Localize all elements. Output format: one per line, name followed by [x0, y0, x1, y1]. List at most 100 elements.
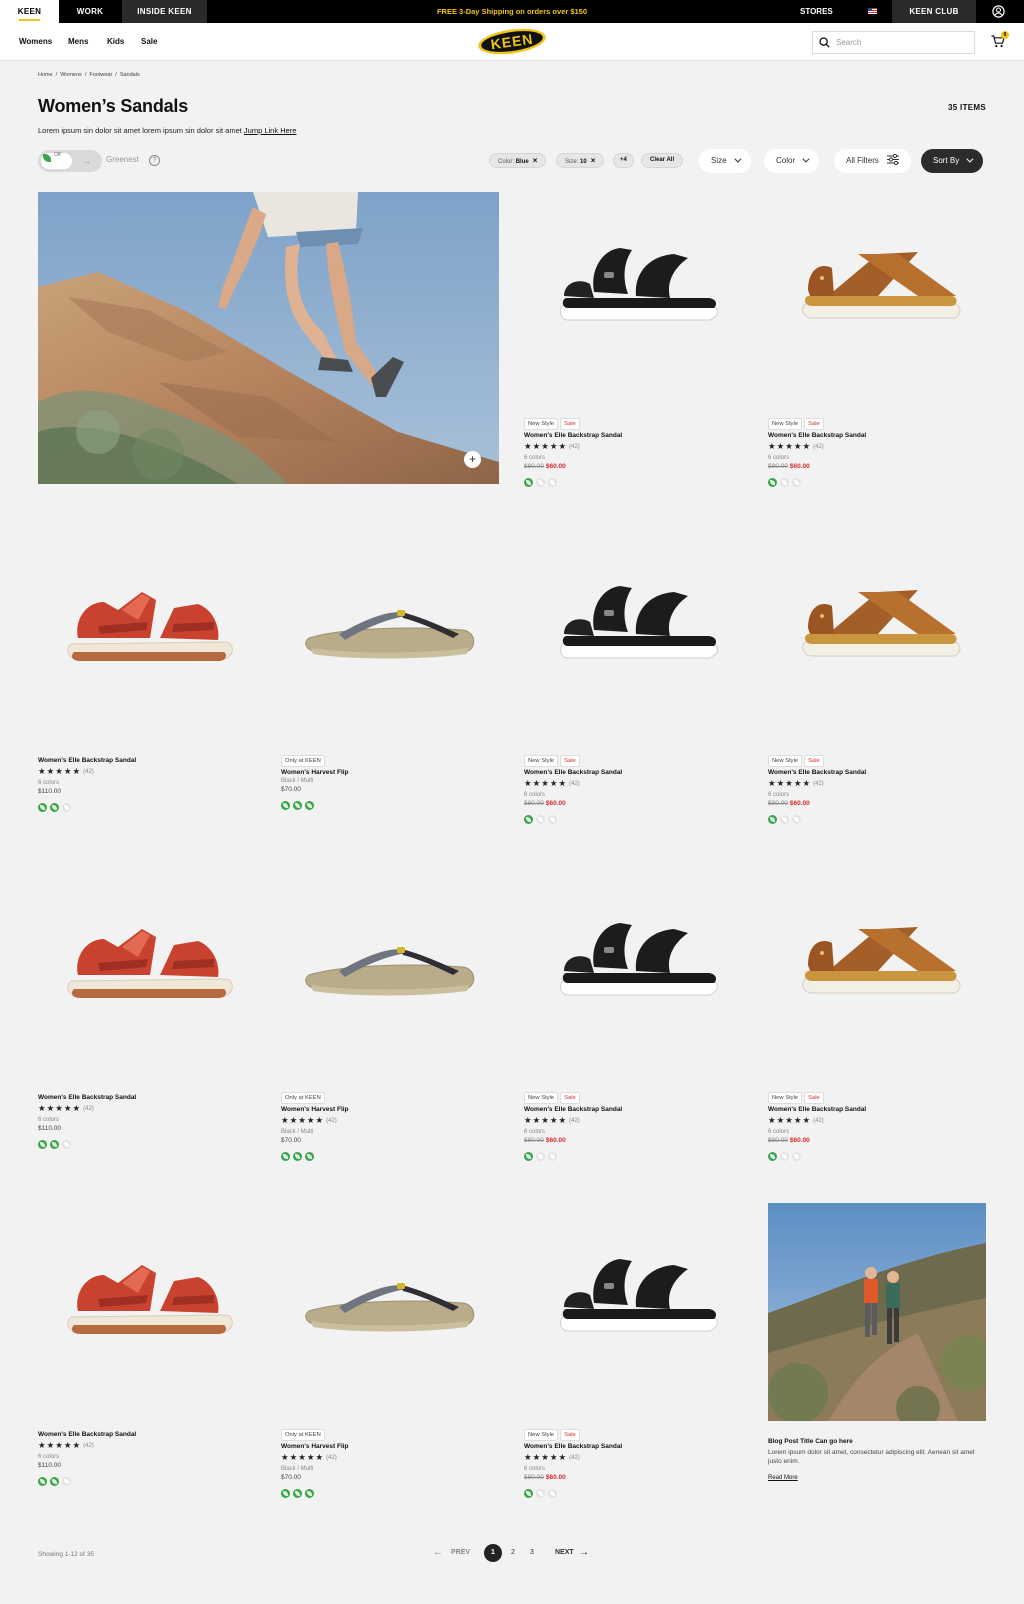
next-button[interactable]: NEXT: [555, 1544, 574, 1562]
product-image[interactable]: [524, 192, 742, 410]
product-image[interactable]: [524, 530, 742, 748]
keen-club-link[interactable]: KEEN CLUB: [892, 0, 976, 23]
product-name[interactable]: Women's Elle Backstrap Sandal: [38, 757, 256, 764]
arrow-left-icon[interactable]: ←: [433, 1544, 443, 1562]
leaf-icon: [293, 1489, 302, 1498]
tab-work[interactable]: WORK: [59, 0, 121, 23]
product-name[interactable]: Women's Elle Backstrap Sandal: [524, 1443, 742, 1450]
page-1[interactable]: 1: [484, 1544, 502, 1562]
original-price: $80.00: [524, 1474, 544, 1481]
eco-rating: [38, 799, 256, 812]
sale-badge: Sale: [560, 755, 580, 767]
nav-mens[interactable]: Mens: [68, 23, 88, 61]
sort-by-dropdown[interactable]: Sort By: [921, 149, 984, 173]
filter-chip-color[interactable]: Color: Blue ×: [489, 153, 547, 168]
remove-filter-icon[interactable]: ×: [533, 156, 538, 165]
rating: ★★★★★ (42): [281, 1115, 499, 1127]
nav-kids[interactable]: Kids: [107, 23, 124, 61]
sale-badge: Sale: [804, 418, 824, 430]
product-name[interactable]: Women's Elle Backstrap Sandal: [38, 1094, 256, 1101]
product-name[interactable]: Women's Elle Backstrap Sandal: [524, 769, 742, 776]
leaf-icon: [293, 1152, 302, 1161]
arrow-right-icon[interactable]: →: [579, 1544, 589, 1562]
cart-button[interactable]: 0: [991, 31, 1009, 49]
price: $110.00: [38, 1125, 256, 1132]
color-dropdown[interactable]: Color: [764, 149, 820, 173]
stores-link[interactable]: STORES: [800, 0, 833, 23]
main-nav: Womens Mens Kids Sale KEEN 0: [0, 23, 1024, 61]
leaf-icon: [62, 1477, 71, 1486]
help-icon[interactable]: ?: [149, 155, 160, 166]
product-image[interactable]: [768, 530, 986, 748]
breadcrumb-womens[interactable]: Womens: [60, 72, 82, 78]
product-image[interactable]: [768, 192, 986, 410]
product-name[interactable]: Women's Elle Backstrap Sandal: [524, 1106, 742, 1113]
product-image[interactable]: [38, 867, 256, 1085]
prev-button[interactable]: PREV: [451, 1544, 470, 1562]
read-more-link[interactable]: Read More: [768, 1475, 798, 1481]
hero-image[interactable]: +: [38, 192, 499, 484]
star-icons: ★★★★★: [524, 778, 568, 788]
review-count: (42): [83, 769, 94, 775]
nav-sale[interactable]: Sale: [141, 23, 157, 61]
jump-link[interactable]: Jump Link Here: [244, 126, 297, 135]
badge-row: New Style Sale: [524, 1092, 742, 1104]
eco-rating: [768, 474, 986, 487]
shipping-promo[interactable]: FREE 3-Day Shipping on orders over $150: [412, 0, 612, 23]
product-name[interactable]: Women's Elle Backstrap Sandal: [768, 1106, 986, 1113]
product-image[interactable]: [524, 867, 742, 1085]
product-image[interactable]: [38, 1203, 256, 1421]
product-name[interactable]: Women's Elle Backstrap Sandal: [524, 432, 742, 439]
search-input[interactable]: [836, 35, 966, 50]
eco-rating: [281, 797, 499, 810]
leaf-icon: [548, 815, 557, 824]
product-image[interactable]: [281, 1203, 499, 1421]
product-name[interactable]: Women's Harvest Flip: [281, 1443, 499, 1450]
product-image[interactable]: [281, 530, 499, 748]
filter-chip-size[interactable]: Size: 10 ×: [556, 153, 605, 168]
new-style-badge: New Style: [768, 1092, 803, 1104]
size-dropdown[interactable]: Size: [699, 149, 751, 173]
chip-label: Color:: [498, 159, 515, 165]
product-name[interactable]: Women's Elle Backstrap Sandal: [768, 769, 986, 776]
page-title: Women’s Sandals: [38, 96, 189, 116]
product-name[interactable]: Women's Elle Backstrap Sandal: [38, 1431, 256, 1438]
original-price: $80.00: [768, 800, 788, 807]
product-info: New Style Sale Women's Elle Backstrap Sand…: [524, 1092, 742, 1161]
product-image[interactable]: [768, 867, 986, 1085]
keen-logo[interactable]: KEEN: [477, 27, 547, 56]
blog-tile[interactable]: Blog Post Title Can go here Lorem ipsum …: [768, 1203, 996, 1484]
star-icons: ★★★★★: [768, 778, 812, 788]
leaf-icon: [38, 1140, 47, 1149]
remove-filter-icon[interactable]: ×: [591, 156, 596, 165]
search-box[interactable]: [812, 31, 975, 54]
product-name[interactable]: Women's Harvest Flip: [281, 769, 499, 776]
expand-plus-icon[interactable]: +: [464, 451, 481, 468]
product-image[interactable]: [524, 1203, 742, 1421]
page-2[interactable]: 2: [511, 1544, 515, 1562]
clear-all-button[interactable]: Clear All: [641, 153, 684, 168]
us-flag-icon[interactable]: [868, 8, 877, 14]
product-image[interactable]: [38, 530, 256, 748]
all-filters-button[interactable]: All Filters: [834, 149, 912, 173]
blog-title[interactable]: Blog Post Title Can go here: [768, 1438, 986, 1445]
toggle-state-label: Off: [54, 152, 61, 158]
tab-keen[interactable]: KEEN: [0, 0, 59, 23]
product-name[interactable]: Women's Harvest Flip: [281, 1106, 499, 1113]
page-3[interactable]: 3: [530, 1544, 534, 1562]
more-filters-chip[interactable]: +4: [613, 153, 634, 168]
rating: ★★★★★ (42): [524, 1452, 742, 1464]
leaf-icon: [281, 801, 290, 810]
product-image[interactable]: [281, 867, 499, 1085]
product-name[interactable]: Women's Elle Backstrap Sandal: [768, 432, 986, 439]
leaf-icon: [536, 1152, 545, 1161]
rating: ★★★★★ (42): [524, 1115, 742, 1127]
nav-womens[interactable]: Womens: [19, 23, 52, 61]
tab-inside-keen[interactable]: INSIDE KEEN: [122, 0, 207, 23]
items-count: 35 ITEMS: [948, 103, 986, 112]
account-icon[interactable]: [992, 5, 1005, 18]
breadcrumb-home[interactable]: Home: [38, 72, 53, 78]
breadcrumb-footwear[interactable]: Footwear: [89, 72, 112, 78]
greenest-toggle[interactable]: Off →: [38, 150, 102, 172]
leaf-icon: [38, 803, 47, 812]
